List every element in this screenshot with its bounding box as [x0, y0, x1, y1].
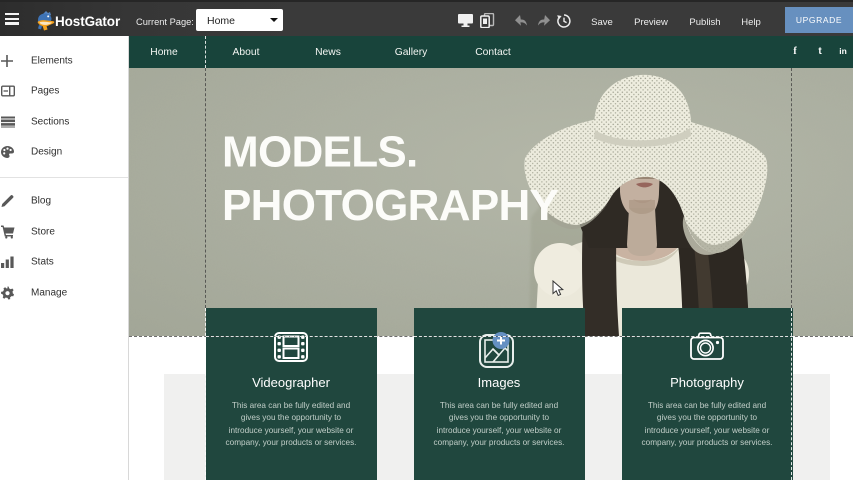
svg-text:MODELS.: MODELS.: [222, 128, 418, 177]
svg-text:PHOTOGRAPHY: PHOTOGRAPHY: [222, 181, 559, 230]
